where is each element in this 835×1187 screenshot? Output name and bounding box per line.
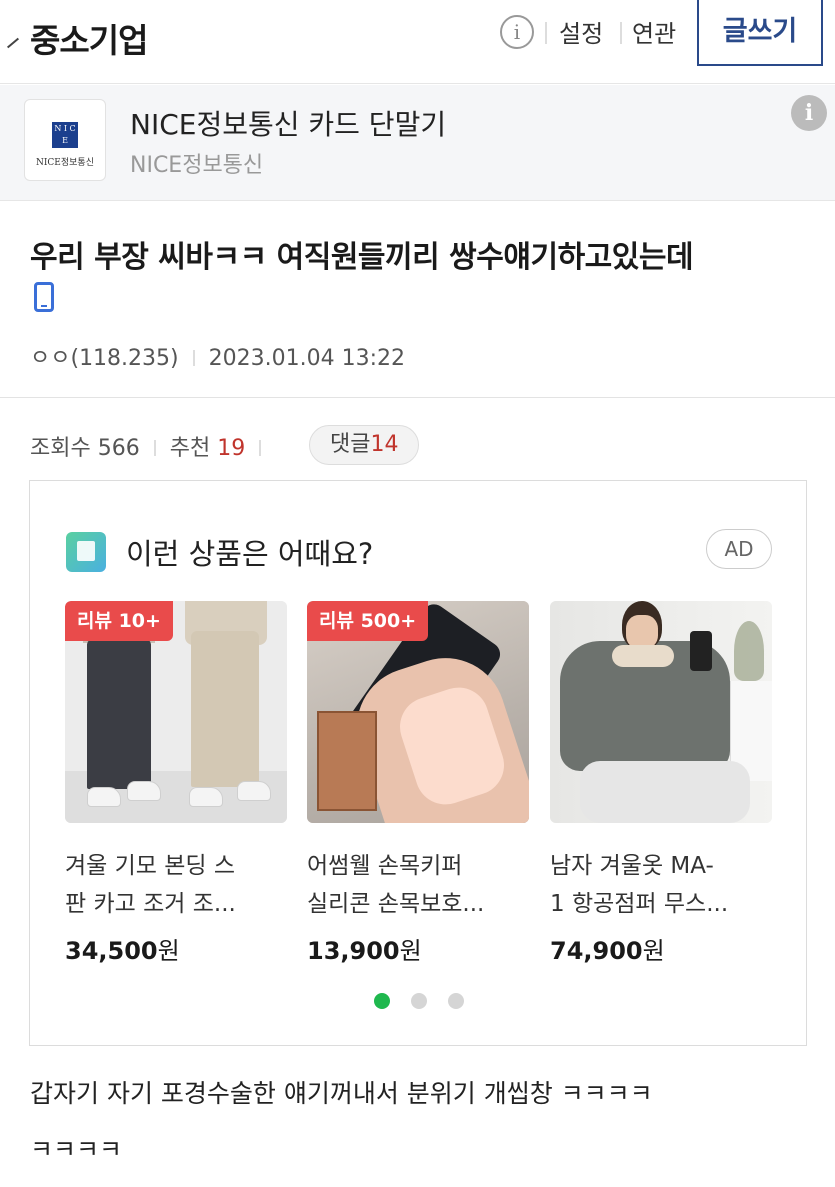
- views-count: 566: [97, 436, 140, 461]
- image-shoe: [87, 787, 121, 807]
- image-phone: [690, 631, 712, 671]
- corner-mark: [6, 37, 20, 49]
- price-value: 74,900: [550, 937, 643, 965]
- recommend-label: 추천: [169, 436, 211, 461]
- comments-button[interactable]: 댓글14: [309, 425, 420, 465]
- advertiser-logo: N I C E NICE정보통신: [24, 99, 106, 181]
- post-stats: 조회수 566 추천 19: [30, 430, 275, 462]
- image-plant: [734, 621, 764, 681]
- ad-label[interactable]: AD: [706, 529, 772, 569]
- post-body-line: ㅋㅋㅋㅋ: [30, 1135, 123, 1164]
- image-product-box: [317, 711, 377, 811]
- ad-subtitle: NICE정보통신: [130, 153, 264, 178]
- image-collar: [612, 645, 674, 667]
- product-name-line: 남자 겨울옷 MA-: [550, 853, 714, 879]
- price-currency: 원: [642, 937, 665, 965]
- write-button[interactable]: 글쓰기: [697, 0, 823, 66]
- price-currency: 원: [157, 937, 180, 965]
- ad-title[interactable]: NICE정보통신 카드 단말기: [130, 103, 446, 143]
- image-pants: [580, 761, 750, 823]
- header-divider: [545, 22, 547, 44]
- product-ad-box: 이런 상품은 어때요? AD 리뷰 10+ 겨울 기모 본딩 스 판 카고 조거…: [29, 480, 807, 1046]
- board-title[interactable]: 중소기업: [30, 14, 148, 62]
- product-price: 13,900원: [307, 931, 422, 966]
- section-divider: [0, 397, 835, 398]
- pager-dot[interactable]: [411, 993, 427, 1009]
- post-title: 우리 부장 씨바ㅋㅋ 여직원들끼리 쌍수얘기하고있는데: [30, 240, 694, 275]
- product-name-line: 어썸웰 손목키퍼: [307, 853, 463, 879]
- product-heading: 이런 상품은 어때요?: [126, 537, 374, 571]
- mobile-icon: [34, 282, 54, 312]
- post-datetime: 2023.01.04 13:22: [208, 346, 405, 371]
- nice-logo-text: NICE정보통신: [35, 158, 94, 168]
- product-name-line: 1 항공점퍼 무스...: [550, 891, 729, 917]
- post-meta: ㅇㅇ(118.235) 2023.01.04 13:22: [30, 340, 405, 372]
- stats-divider: [153, 440, 156, 456]
- price-currency: 원: [399, 937, 422, 965]
- post-body: 갑자기 자기 포경수술한 얘기꺼내서 분위기 개씹창 ㅋㅋㅋㅋ ㅋㅋㅋㅋ: [30, 1066, 810, 1178]
- product-image[interactable]: 리뷰 10+: [65, 601, 287, 823]
- related-link[interactable]: 연관: [632, 14, 676, 49]
- image-shoe: [127, 781, 161, 801]
- stats-divider: [259, 440, 262, 456]
- settings-link[interactable]: 설정: [559, 14, 603, 49]
- meta-divider: [192, 350, 195, 366]
- ad-banner[interactable]: N I C E NICE정보통신 NICE정보통신 카드 단말기 NICE정보통…: [0, 85, 835, 201]
- recommend-count: 19: [217, 436, 246, 461]
- review-badge: 리뷰 500+: [307, 601, 429, 641]
- ad-info-icon[interactable]: i: [791, 95, 827, 131]
- image-face: [626, 615, 658, 649]
- image-shoe: [237, 781, 271, 801]
- board-header: 중소기업 i 설정 연관 글쓰기: [0, 0, 835, 84]
- product-name[interactable]: 겨울 기모 본딩 스 판 카고 조거 조...: [65, 847, 289, 923]
- image-shoe: [189, 787, 223, 807]
- image-pants-dark: [87, 639, 151, 789]
- header-divider: [620, 22, 622, 44]
- image-pants-light: [191, 631, 259, 787]
- product-image[interactable]: [550, 601, 772, 823]
- comments-label: 댓글: [330, 432, 371, 457]
- author-name[interactable]: ㅇㅇ(118.235): [30, 346, 179, 371]
- product-name-line: 판 카고 조거 조...: [65, 891, 236, 917]
- product-image[interactable]: 리뷰 500+: [307, 601, 529, 823]
- shopping-bag-icon: [66, 532, 106, 572]
- product-name-line: 겨울 기모 본딩 스: [65, 853, 236, 879]
- comments-count: 14: [370, 432, 399, 457]
- product-price: 34,500원: [65, 931, 180, 966]
- views-label: 조회수: [30, 436, 91, 461]
- product-name[interactable]: 남자 겨울옷 MA- 1 항공점퍼 무스...: [550, 847, 774, 923]
- product-price: 74,900원: [550, 931, 665, 966]
- product-name[interactable]: 어썸웰 손목키퍼 실리콘 손목보호...: [307, 847, 531, 923]
- pager-dot[interactable]: [448, 993, 464, 1009]
- product-name-line: 실리콘 손목보호...: [307, 891, 485, 917]
- review-badge: 리뷰 10+: [65, 601, 173, 641]
- post-body-line: 갑자기 자기 포경수술한 얘기꺼내서 분위기 개씹창 ㅋㅋㅋㅋ: [30, 1079, 653, 1108]
- pager-dot[interactable]: [374, 993, 390, 1009]
- price-value: 13,900: [307, 937, 400, 965]
- info-icon[interactable]: i: [500, 15, 534, 49]
- nice-logo-mark: N I C E: [52, 122, 78, 148]
- price-value: 34,500: [65, 937, 158, 965]
